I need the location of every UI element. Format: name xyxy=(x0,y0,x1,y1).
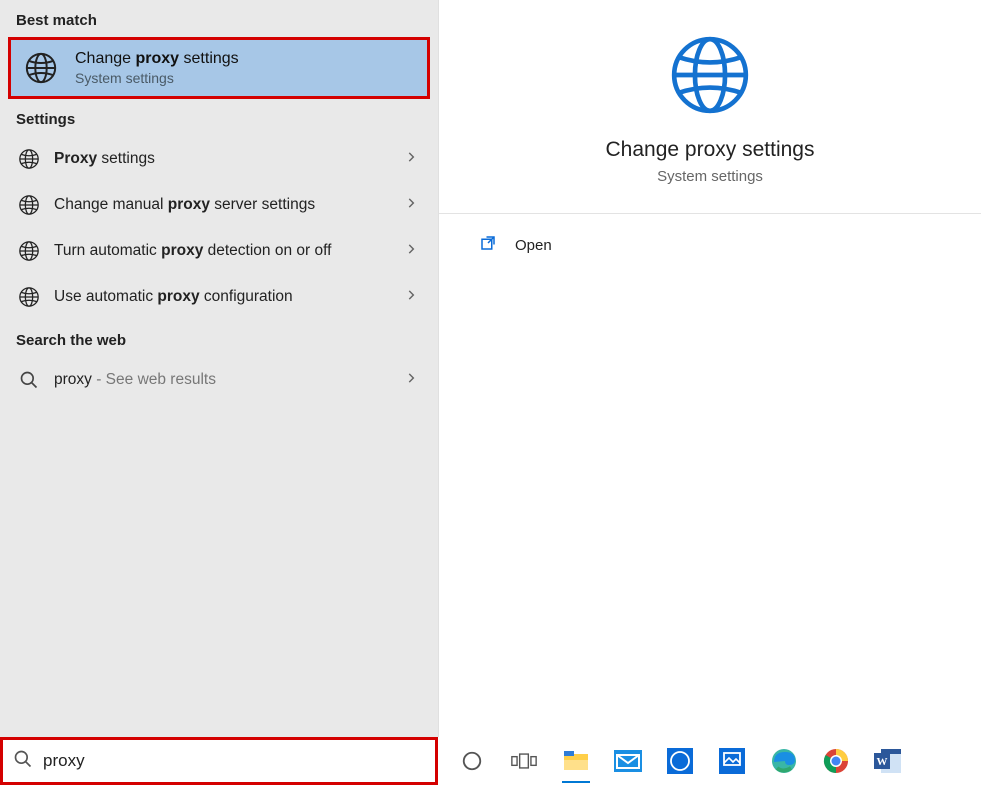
taskbar-mail[interactable] xyxy=(604,737,652,785)
taskbar-file-explorer[interactable] xyxy=(552,737,600,785)
best-match-title: Change proxy settings xyxy=(75,50,239,68)
svg-text:W: W xyxy=(877,756,888,768)
settings-result-label: Turn automatic proxy detection on or off xyxy=(54,242,404,260)
settings-result-proxy-settings[interactable]: Proxy settings xyxy=(0,136,438,182)
section-settings: Settings xyxy=(0,99,438,136)
search-input[interactable] xyxy=(43,751,425,771)
best-match-subtitle: System settings xyxy=(75,70,239,86)
taskbar-cortana[interactable] xyxy=(448,737,496,785)
taskbar: W xyxy=(0,737,981,785)
chevron-right-icon xyxy=(404,242,418,261)
chevron-right-icon xyxy=(404,150,418,169)
settings-result-auto-detection[interactable]: Turn automatic proxy detection on or off xyxy=(0,228,438,274)
globe-icon xyxy=(23,50,59,86)
globe-icon xyxy=(16,284,42,310)
chevron-right-icon xyxy=(404,288,418,307)
settings-result-label: Use automatic proxy configuration xyxy=(54,288,404,306)
settings-result-label: Change manual proxy server settings xyxy=(54,196,404,214)
taskbar-search[interactable] xyxy=(0,737,438,785)
chevron-right-icon xyxy=(404,371,418,390)
best-match-result[interactable]: Change proxy settings System settings xyxy=(8,37,430,99)
taskbar-task-view[interactable] xyxy=(500,737,548,785)
taskbar-dell[interactable] xyxy=(656,737,704,785)
preview-subtitle: System settings xyxy=(459,168,961,185)
open-action[interactable]: Open xyxy=(439,214,981,277)
section-search-web: Search the web xyxy=(0,320,438,357)
search-icon xyxy=(16,367,42,393)
taskbar-gallery[interactable] xyxy=(708,737,756,785)
globe-icon xyxy=(16,192,42,218)
search-results-panel: Best match Change proxy settings System … xyxy=(0,0,438,737)
taskbar-edge[interactable] xyxy=(760,737,808,785)
chevron-right-icon xyxy=(404,196,418,215)
globe-icon xyxy=(665,30,755,120)
search-icon xyxy=(13,749,33,774)
section-best-match: Best match xyxy=(0,0,438,37)
globe-icon xyxy=(16,146,42,172)
settings-result-label: Proxy settings xyxy=(54,150,404,168)
taskbar-chrome[interactable] xyxy=(812,737,860,785)
globe-icon xyxy=(16,238,42,264)
open-icon xyxy=(479,234,497,257)
preview-title: Change proxy settings xyxy=(459,138,961,162)
settings-result-auto-config[interactable]: Use automatic proxy configuration xyxy=(0,274,438,320)
preview-pane: Change proxy settings System settings Op… xyxy=(438,0,981,737)
taskbar-word[interactable]: W xyxy=(864,737,912,785)
web-result[interactable]: proxy - See web results xyxy=(0,357,438,403)
settings-result-manual-proxy[interactable]: Change manual proxy server settings xyxy=(0,182,438,228)
open-label: Open xyxy=(515,237,552,254)
web-result-label: proxy - See web results xyxy=(54,371,404,389)
